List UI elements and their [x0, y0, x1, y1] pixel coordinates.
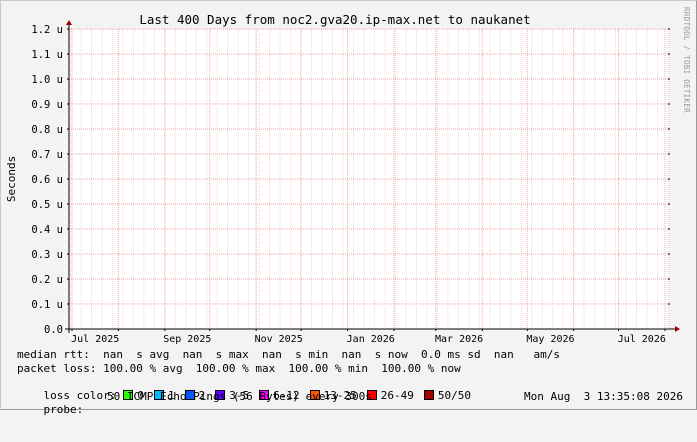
loss-color-swatch	[423, 390, 434, 400]
y-tick-label: 1.1 u	[31, 49, 63, 61]
chart-title: Last 400 Days from noc2.gva20.ip-max.net…	[139, 12, 530, 27]
x-axis-arrow	[675, 326, 680, 332]
packet-loss-line: packet loss: 100.00 % avg 100.00 % max 1…	[17, 362, 461, 375]
y-tick-label: 0.7 u	[31, 149, 63, 161]
y-tick-label: 0.6 u	[31, 174, 63, 186]
y-axis-arrow	[66, 20, 72, 25]
probe-line: probe: 50 ICMP Echo Pings (56 Bytes) eve…	[17, 390, 372, 442]
y-tick-labels: 0.0 0.1 u 0.2 u 0.3 u 0.4 u 0.5 u 0.6 u 0.7 u 0.…	[31, 24, 63, 336]
median-rtt-line: median rtt: nan s avg nan s max nan s mi…	[17, 348, 561, 361]
x-tick-label: Jul 2025	[71, 334, 119, 345]
y-axis-label: Seconds	[5, 156, 18, 202]
x-tick-label: May 2026	[526, 334, 574, 345]
y-tick-label: 1.2 u	[31, 24, 63, 36]
y-tick-label: 1.0 u	[31, 74, 63, 86]
rtt-chart: Last 400 Days from noc2.gva20.ip-max.net…	[5, 7, 691, 345]
y-tick-label: 0.1 u	[31, 299, 63, 311]
y-tick-label: 0.2 u	[31, 274, 63, 286]
timestamp: Mon Aug 3 13:35:08 2026	[524, 390, 683, 403]
graph-frame: Last 400 Days from noc2.gva20.ip-max.net…	[0, 0, 697, 416]
y-tick-label: 0.0	[44, 324, 63, 336]
y-tick-label: 0.5 u	[31, 199, 63, 211]
x-tick-label: Jul 2026	[618, 334, 666, 345]
y-tick-label: 0.8 u	[31, 124, 63, 136]
y-tick-label: 0.4 u	[31, 224, 63, 236]
x-tick-label: Sep 2025	[163, 334, 211, 345]
loss-color-label-text: 50/50	[437, 389, 471, 402]
probe-text: 50 ICMP Echo Pings (56 Bytes) every 300s	[107, 390, 372, 403]
x-tick-labels: Jul 2025 Sep 2025 Nov 2025 Jan 2026 Mar 2026…	[71, 334, 666, 345]
loss-color-item: 26-49	[366, 389, 414, 402]
plot-area	[69, 29, 668, 329]
y-tick-label: 0.9 u	[31, 99, 63, 111]
watermark: RRDTOOL / TOBI OETIKER	[682, 7, 691, 113]
y-tick-label: 0.3 u	[31, 249, 63, 261]
x-tick-label: Mar 2026	[435, 334, 483, 345]
x-tick-label: Jan 2026	[347, 334, 395, 345]
loss-color-label-text: 26-49	[380, 389, 414, 402]
x-tick-label: Nov 2025	[255, 334, 303, 345]
loss-color-item: 50/50	[423, 389, 471, 402]
